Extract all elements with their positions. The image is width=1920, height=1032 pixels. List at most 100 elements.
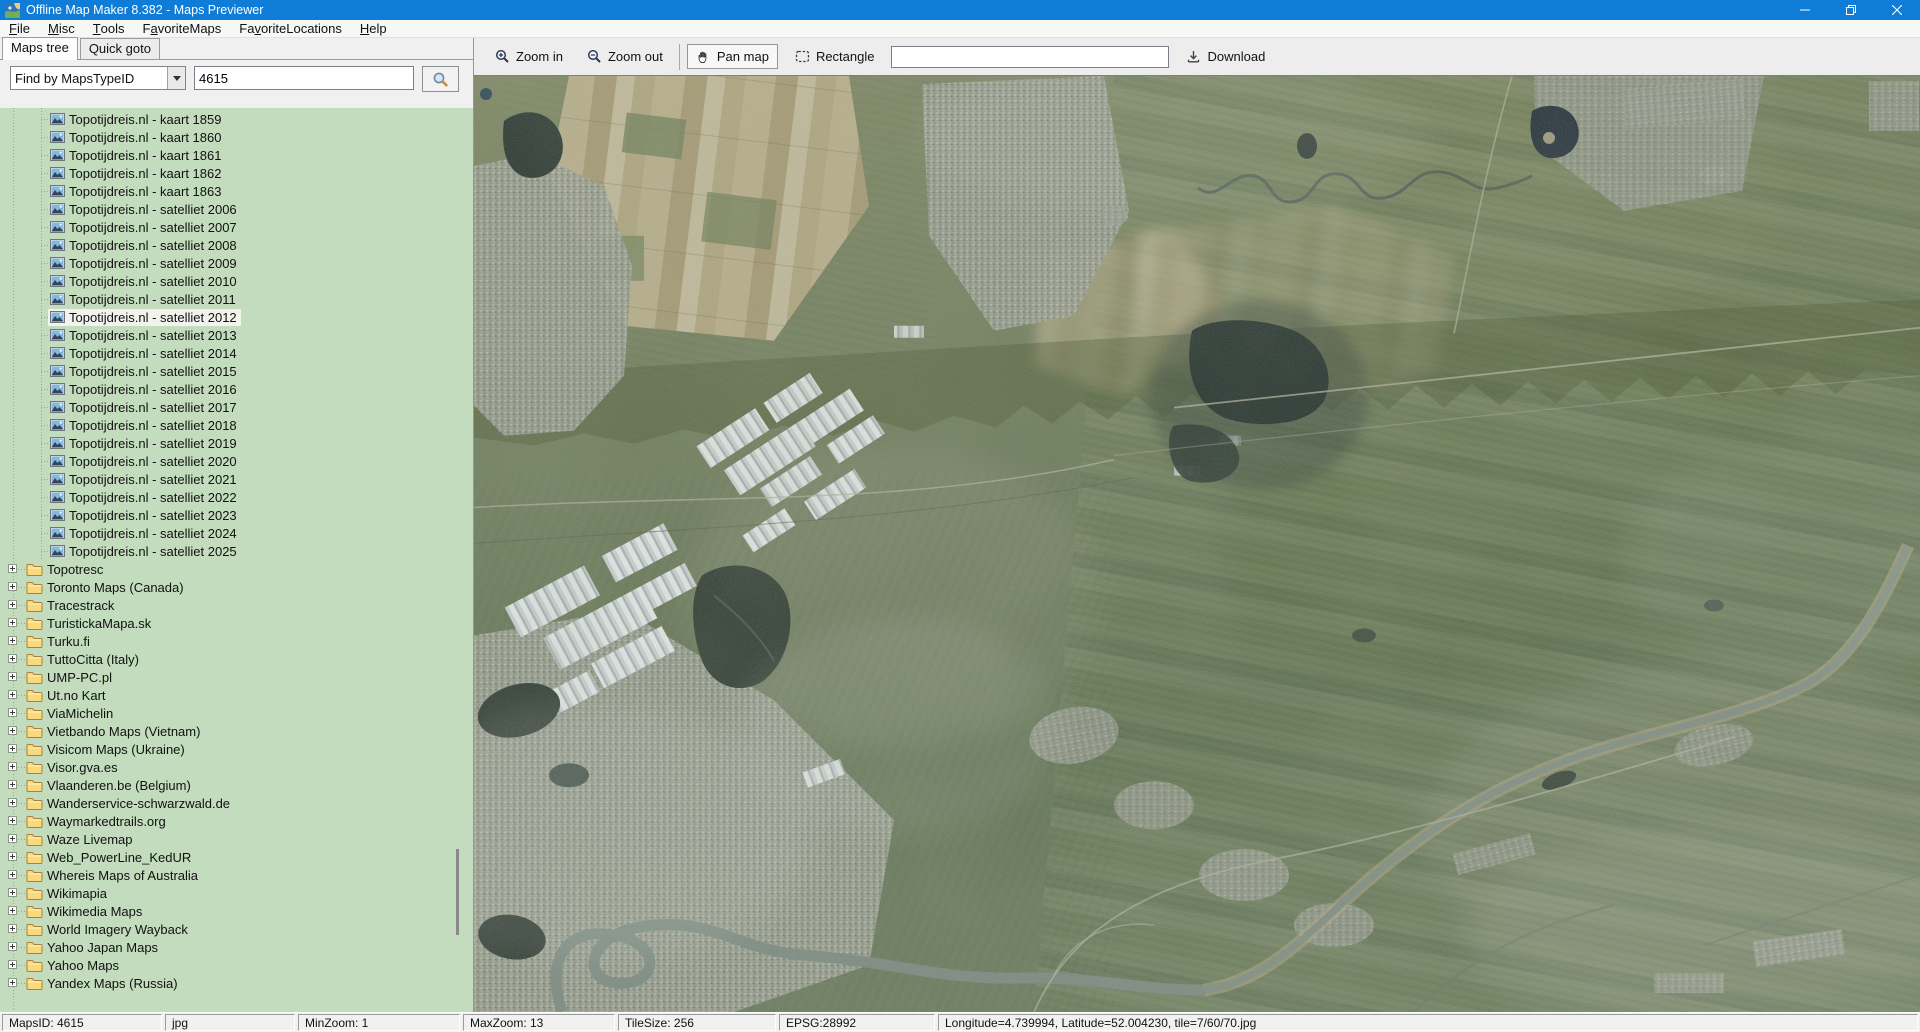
tree-item[interactable]: Wikimedia Maps bbox=[0, 902, 473, 920]
tree-item[interactable]: Topotijdreis.nl - satelliet 2007 bbox=[0, 218, 473, 236]
expand-icon[interactable] bbox=[8, 942, 17, 951]
tree-item[interactable]: Topotijdreis.nl - satelliet 2018 bbox=[0, 416, 473, 434]
search-input[interactable] bbox=[194, 66, 414, 90]
expand-icon[interactable] bbox=[8, 834, 17, 843]
expand-icon[interactable] bbox=[8, 798, 17, 807]
tree-item[interactable]: World Imagery Wayback bbox=[0, 920, 473, 938]
menu-item-tools[interactable]: Tools bbox=[84, 20, 134, 37]
zoom-in-button[interactable]: Zoom in bbox=[486, 44, 572, 69]
expand-icon[interactable] bbox=[8, 960, 17, 969]
tree-item[interactable]: Topotijdreis.nl - satelliet 2010 bbox=[0, 272, 473, 290]
expand-icon[interactable] bbox=[8, 816, 17, 825]
expand-icon[interactable] bbox=[8, 708, 17, 717]
tree-item[interactable]: Topotijdreis.nl - kaart 1861 bbox=[0, 146, 473, 164]
tree-item[interactable]: Topotijdreis.nl - satelliet 2009 bbox=[0, 254, 473, 272]
tree-item[interactable]: Ut.no Kart bbox=[0, 686, 473, 704]
tree-item[interactable]: Wanderservice-schwarzwald.de bbox=[0, 794, 473, 812]
tree-item[interactable]: Visicom Maps (Ukraine) bbox=[0, 740, 473, 758]
tree-scrollbar-thumb[interactable] bbox=[456, 849, 459, 935]
search-button[interactable] bbox=[422, 66, 459, 92]
pan-map-button[interactable]: Pan map bbox=[687, 44, 778, 69]
tree-item[interactable]: Waymarkedtrails.org bbox=[0, 812, 473, 830]
tree-item[interactable]: Yahoo Japan Maps bbox=[0, 938, 473, 956]
expand-icon[interactable] bbox=[8, 672, 17, 681]
tree-item[interactable]: Tracestrack bbox=[0, 596, 473, 614]
tree-item[interactable]: Topotijdreis.nl - kaart 1860 bbox=[0, 128, 473, 146]
expand-icon[interactable] bbox=[8, 564, 17, 573]
tree-item[interactable]: Waze Livemap bbox=[0, 830, 473, 848]
tree-item[interactable]: Topotijdreis.nl - satelliet 2022 bbox=[0, 488, 473, 506]
tree-item[interactable]: Topotijdreis.nl - kaart 1859 bbox=[0, 110, 473, 128]
expand-icon[interactable] bbox=[8, 906, 17, 915]
expand-icon[interactable] bbox=[8, 726, 17, 735]
expand-icon[interactable] bbox=[8, 636, 17, 645]
menu-item-misc[interactable]: Misc bbox=[39, 20, 84, 37]
tree-item[interactable]: Yahoo Maps bbox=[0, 956, 473, 974]
tree-item[interactable]: Topotijdreis.nl - satelliet 2021 bbox=[0, 470, 473, 488]
tree-item[interactable]: Topotijdreis.nl - satelliet 2006 bbox=[0, 200, 473, 218]
close-button[interactable] bbox=[1874, 0, 1920, 20]
chevron-down-icon[interactable] bbox=[167, 67, 185, 89]
tree-item[interactable]: Vietbando Maps (Vietnam) bbox=[0, 722, 473, 740]
tree-item[interactable]: Topotijdreis.nl - satelliet 2019 bbox=[0, 434, 473, 452]
menu-item-help[interactable]: Help bbox=[351, 20, 396, 37]
tree-item[interactable]: Topotijdreis.nl - satelliet 2013 bbox=[0, 326, 473, 344]
coordinates-input[interactable] bbox=[891, 46, 1169, 68]
tree-item[interactable]: Topotijdreis.nl - satelliet 2014 bbox=[0, 344, 473, 362]
map-view[interactable] bbox=[474, 75, 1920, 1012]
tree-item[interactable]: Topotijdreis.nl - satelliet 2016 bbox=[0, 380, 473, 398]
expand-icon[interactable] bbox=[8, 654, 17, 663]
expand-icon[interactable] bbox=[8, 870, 17, 879]
tree-item[interactable]: Topotijdreis.nl - satelliet 2025 bbox=[0, 542, 473, 560]
tree-item[interactable]: Vlaanderen.be (Belgium) bbox=[0, 776, 473, 794]
maps-tree[interactable]: Topotijdreis.nl - kaart 1859Topotijdreis… bbox=[0, 108, 473, 1012]
tree-item[interactable]: Whereis Maps of Australia bbox=[0, 866, 473, 884]
expand-icon[interactable] bbox=[8, 582, 17, 591]
download-button[interactable]: Download bbox=[1177, 44, 1274, 69]
tree-item[interactable]: Topotijdreis.nl - satelliet 2015 bbox=[0, 362, 473, 380]
expand-icon[interactable] bbox=[8, 600, 17, 609]
tree-item[interactable]: Topotijdreis.nl - satelliet 2020 bbox=[0, 452, 473, 470]
menu-item-favoritemaps[interactable]: FavoriteMaps bbox=[134, 20, 231, 37]
folder-icon bbox=[26, 617, 43, 630]
tree-item[interactable]: Topotijdreis.nl - satelliet 2017 bbox=[0, 398, 473, 416]
tree-item[interactable]: TuttoCitta (Italy) bbox=[0, 650, 473, 668]
tree-item[interactable]: Web_PowerLine_KedUR bbox=[0, 848, 473, 866]
expand-icon[interactable] bbox=[8, 924, 17, 933]
expand-icon[interactable] bbox=[8, 744, 17, 753]
tree-item[interactable]: Visor.gva.es bbox=[0, 758, 473, 776]
expand-icon[interactable] bbox=[8, 618, 17, 627]
restore-button[interactable] bbox=[1828, 0, 1874, 20]
tree-item[interactable]: Topotijdreis.nl - satelliet 2024 bbox=[0, 524, 473, 542]
tree-item[interactable]: Topotijdreis.nl - kaart 1863 bbox=[0, 182, 473, 200]
satellite-map-canvas[interactable] bbox=[474, 76, 1920, 1012]
zoom-out-button[interactable]: Zoom out bbox=[578, 44, 672, 69]
expand-icon[interactable] bbox=[8, 780, 17, 789]
expand-icon[interactable] bbox=[8, 888, 17, 897]
rectangle-button[interactable]: Rectangle bbox=[786, 44, 884, 69]
tab-quick-goto[interactable]: Quick goto bbox=[80, 38, 160, 59]
menu-item-favoritelocations[interactable]: FavoriteLocations bbox=[230, 20, 351, 37]
tree-item[interactable]: Topotijdreis.nl - satelliet 2012 bbox=[0, 308, 473, 326]
expand-icon[interactable] bbox=[8, 978, 17, 987]
tree-item[interactable]: Toronto Maps (Canada) bbox=[0, 578, 473, 596]
maps-panel: Maps tree Quick goto Find by MapsTypeID … bbox=[0, 38, 474, 1012]
tree-item[interactable]: Topotijdreis.nl - kaart 1862 bbox=[0, 164, 473, 182]
tree-item[interactable]: UMP-PC.pl bbox=[0, 668, 473, 686]
expand-icon[interactable] bbox=[8, 762, 17, 771]
find-by-dropdown[interactable]: Find by MapsTypeID bbox=[10, 66, 186, 90]
tree-item[interactable]: ViaMichelin bbox=[0, 704, 473, 722]
tree-item[interactable]: Topotijdreis.nl - satelliet 2023 bbox=[0, 506, 473, 524]
tree-item[interactable]: Turku.fi bbox=[0, 632, 473, 650]
tree-item[interactable]: Yandex Maps (Russia) bbox=[0, 974, 473, 992]
expand-icon[interactable] bbox=[8, 690, 17, 699]
expand-icon[interactable] bbox=[8, 852, 17, 861]
tree-item[interactable]: Topotresc bbox=[0, 560, 473, 578]
tab-maps-tree[interactable]: Maps tree bbox=[2, 37, 78, 60]
tree-item[interactable]: Wikimapia bbox=[0, 884, 473, 902]
menu-item-file[interactable]: File bbox=[0, 20, 39, 37]
tree-item[interactable]: Topotijdreis.nl - satelliet 2011 bbox=[0, 290, 473, 308]
tree-item[interactable]: Topotijdreis.nl - satelliet 2008 bbox=[0, 236, 473, 254]
minimize-button[interactable] bbox=[1782, 0, 1828, 20]
tree-item[interactable]: TuristickaMapa.sk bbox=[0, 614, 473, 632]
